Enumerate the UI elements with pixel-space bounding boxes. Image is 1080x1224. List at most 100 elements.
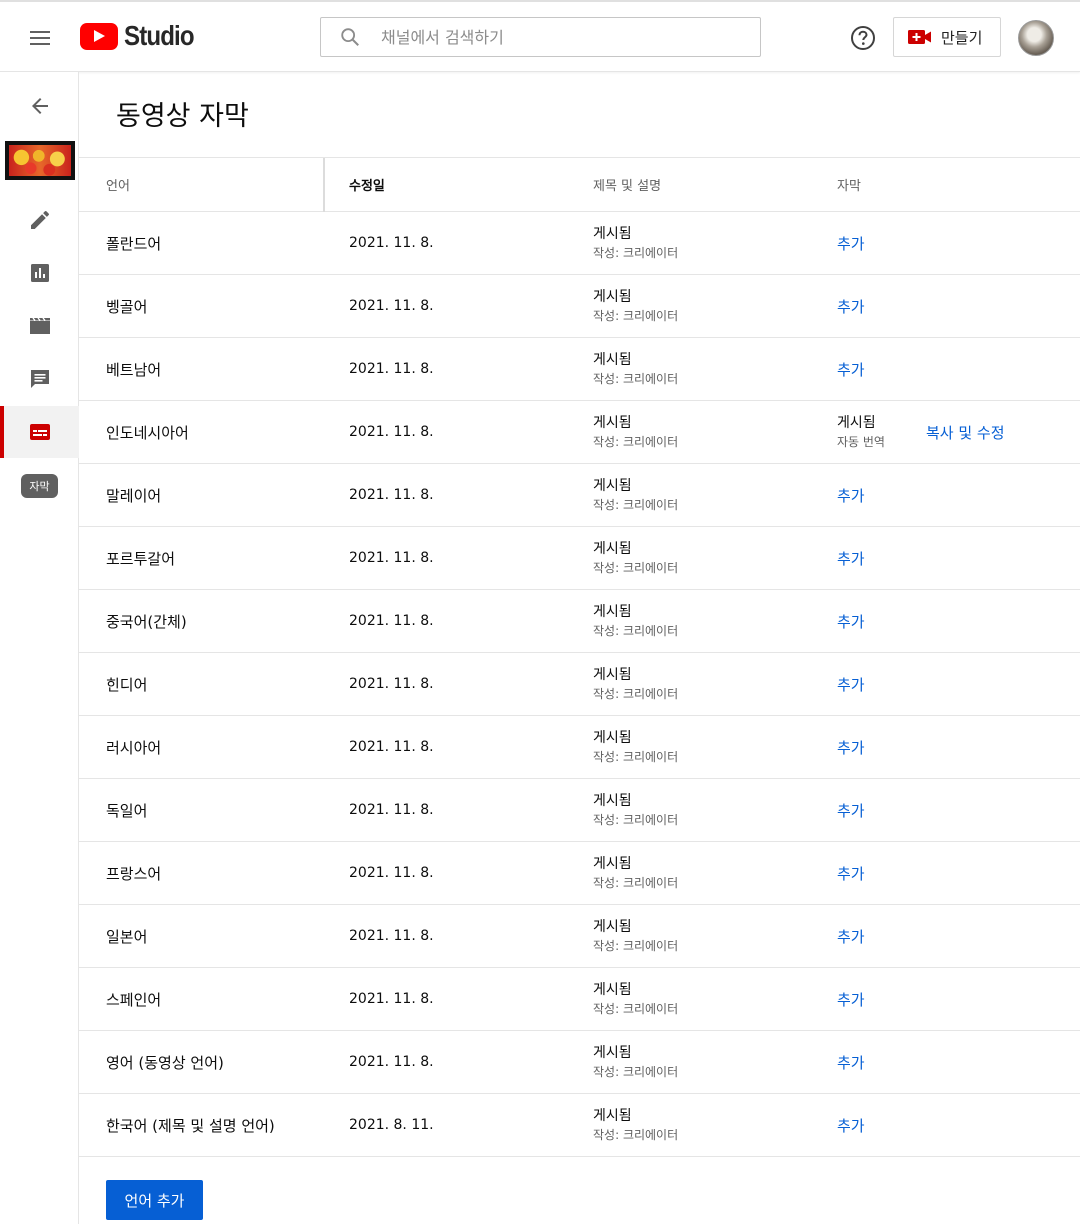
title-description-status[interactable]: 게시됨 작성: 크리에이터 bbox=[593, 716, 678, 778]
modified-date: 2021. 11. 8. bbox=[349, 424, 434, 440]
sidebar-item-analytics[interactable] bbox=[0, 247, 79, 299]
title-description-status[interactable]: 게시됨 작성: 크리에이터 bbox=[593, 905, 678, 967]
title-description-status[interactable]: 게시됨작성: 크리에이터 bbox=[593, 653, 678, 715]
title-status-text: 게시됨 bbox=[593, 603, 632, 620]
title-description-status[interactable]: 게시됨 작성: 크리에이터 bbox=[593, 275, 678, 337]
add-subtitle-link[interactable]: 추가 bbox=[837, 485, 865, 506]
title-description-status[interactable]: 게시됨 작성: 크리에이터 bbox=[593, 779, 678, 841]
header-modified-date[interactable]: 수정일 bbox=[349, 158, 385, 211]
header-language[interactable]: 언어 bbox=[106, 158, 130, 211]
table-row[interactable]: 벵골어 2021. 11. 8. 게시됨 작성: 크리에이터 추가 bbox=[79, 275, 1080, 338]
subtitle-action: 추가 bbox=[837, 653, 865, 715]
title-author-text: 작성: 크리에이터 bbox=[593, 1001, 679, 1016]
add-subtitle-link[interactable]: 추가 bbox=[837, 359, 865, 380]
add-subtitle-link[interactable]: 추가 bbox=[837, 1115, 865, 1136]
subtitles-icon bbox=[29, 424, 50, 440]
table-row[interactable]: 일본어 2021. 11. 8. 게시됨 작성: 크리에이터 추가 bbox=[79, 905, 1080, 968]
hamburger-menu-icon[interactable] bbox=[24, 22, 56, 54]
account-avatar[interactable] bbox=[1018, 20, 1054, 56]
video-thumbnail[interactable] bbox=[5, 141, 75, 180]
add-subtitle-link[interactable]: 추가 bbox=[837, 233, 865, 254]
back-button[interactable] bbox=[0, 80, 79, 132]
modified-date: 2021. 11. 8. bbox=[349, 739, 434, 755]
table-row[interactable]: 스페인어 2021. 11. 8. 게시됨 작성: 크리에이터 추가 bbox=[79, 968, 1080, 1031]
channel-search-box[interactable] bbox=[320, 17, 761, 57]
table-row[interactable]: 인도네시아어 2021. 11. 8. 게시됨 작성: 크리에이터 게시됨 자동 번역 복사… bbox=[79, 401, 1080, 464]
add-subtitle-link[interactable]: 추가 bbox=[837, 800, 865, 821]
modified-date: 2021. 11. 8. bbox=[349, 802, 434, 818]
table-row[interactable]: 러시아어 2021. 11. 8. 게시됨 작성: 크리에이터 추가 bbox=[79, 716, 1080, 779]
add-subtitle-link[interactable]: 추가 bbox=[837, 737, 865, 758]
table-row[interactable]: 폴란드어 2021. 11. 8. 게시됨 작성: 크리에이터 추가 bbox=[79, 212, 1080, 275]
modified-date: 2021. 11. 8. bbox=[349, 361, 434, 377]
title-author-text: 작성: 크리에이터 bbox=[593, 686, 679, 701]
add-subtitle-link[interactable]: 추가 bbox=[837, 863, 865, 884]
title-author-text: 작성: 크리에이터 bbox=[593, 497, 679, 512]
search-icon bbox=[341, 28, 359, 46]
title-description-status[interactable]: 게시됨작성: 크리에이터 bbox=[593, 968, 678, 1030]
subtitles-table: 언어 수정일 제목 및 설명 자막 폴란드어 2021. 11. 8. 게시됨 작성:… bbox=[79, 157, 1080, 1157]
sidebar-tooltip: 자막 bbox=[21, 474, 58, 498]
add-subtitle-link[interactable]: 추가 bbox=[837, 674, 865, 695]
table-row[interactable]: 힌디어 2021. 11. 8. 게시됨 작성: 크리에이터 추가 bbox=[79, 653, 1080, 716]
sidebar-item-comments[interactable] bbox=[0, 353, 79, 405]
title-description-status[interactable]: 게시됨 작성: 크리에이터 bbox=[593, 842, 678, 904]
language-name: 말레이어 bbox=[106, 486, 162, 505]
title-author-text: 작성: 크리에이터 bbox=[593, 560, 679, 575]
help-icon[interactable] bbox=[850, 25, 876, 51]
language-name: 러시아어 bbox=[106, 738, 162, 757]
title-status-text: 게시됨 bbox=[593, 666, 632, 683]
header-subtitles: 자막 bbox=[837, 179, 861, 194]
title-status-text: 게시됨 bbox=[593, 225, 632, 242]
table-row[interactable]: 독일어 2021. 11. 8. 게시됨 작성: 크리에이터 추가 bbox=[79, 779, 1080, 842]
sidebar-item-details[interactable] bbox=[0, 194, 79, 246]
title-description-status[interactable]: 게시됨 작성: 크리에이터 bbox=[593, 464, 678, 526]
create-button-label: 만들기 bbox=[941, 28, 983, 47]
add-subtitle-link[interactable]: 추가 bbox=[837, 989, 865, 1010]
title-description-status[interactable]: 게시됨작성: 크리에이터 bbox=[593, 590, 678, 652]
add-subtitle-link[interactable]: 추가 bbox=[837, 611, 865, 632]
title-description-status[interactable]: 게시됨 작성: 크리에이터 bbox=[593, 1031, 678, 1093]
add-language-button[interactable]: 언어 추가 bbox=[106, 1180, 203, 1220]
title-status-text: 게시됨 bbox=[593, 1107, 632, 1124]
subtitle-action: 추가 bbox=[837, 464, 865, 526]
title-author-text: 작성: 크리에이터 bbox=[593, 434, 679, 449]
title-author-text: 작성: 크리에이터 bbox=[593, 623, 679, 638]
header-title-description: 제목 및 설명 bbox=[593, 179, 662, 194]
search-input[interactable] bbox=[381, 27, 721, 47]
title-description-status[interactable]: 게시됨 작성: 크리에이터 bbox=[593, 401, 678, 463]
title-status-text: 게시됨 bbox=[593, 792, 632, 809]
add-subtitle-link[interactable]: 추가 bbox=[837, 926, 865, 947]
add-subtitle-link[interactable]: 추가 bbox=[837, 548, 865, 569]
copy-and-edit-link[interactable]: 복사 및 수정 bbox=[926, 422, 1005, 443]
table-row[interactable]: 말레이어 2021. 11. 8. 게시됨 작성: 크리에이터 추가 bbox=[79, 464, 1080, 527]
sidebar-item-subtitles[interactable] bbox=[0, 406, 79, 458]
title-description-status[interactable]: 게시됨작성: 크리에이터 bbox=[593, 527, 678, 589]
title-status-text: 게시됨 bbox=[593, 540, 632, 557]
table-row[interactable]: 중국어(간체) 2021. 11. 8. 게시됨 작성: 크리에이터 추가 bbox=[79, 590, 1080, 653]
title-description-status[interactable]: 게시됨작성: 크리에이터 bbox=[593, 1094, 678, 1156]
title-author-text: 작성: 크리에이터 bbox=[593, 1127, 679, 1142]
subtitle-action: 추가 bbox=[837, 590, 865, 652]
table-row[interactable]: 영어 (동영상 언어) 2021. 11. 8. 게시됨 작성: 크리에이터 추가 bbox=[79, 1031, 1080, 1094]
title-status-text: 게시됨 bbox=[593, 981, 632, 998]
language-name: 폴란드어 bbox=[106, 234, 162, 253]
subtitle-action: 추가 bbox=[837, 275, 865, 337]
title-description-status[interactable]: 게시됨 작성: 크리에이터 bbox=[593, 212, 678, 274]
language-name: 일본어 bbox=[106, 927, 148, 946]
table-row[interactable]: 포르투갈어 2021. 11. 8. 게시됨 작성: 크리에이터 추가 bbox=[79, 527, 1080, 590]
studio-wordmark: Studio bbox=[124, 20, 195, 51]
sidebar-item-editor[interactable] bbox=[0, 300, 79, 352]
youtube-studio-logo[interactable]: Studio bbox=[80, 20, 205, 52]
table-row[interactable]: 프랑스어 2021. 11. 8. 게시됨 작성: 크리에이터 추가 bbox=[79, 842, 1080, 905]
add-subtitle-link[interactable]: 추가 bbox=[837, 296, 865, 317]
table-row[interactable]: 베트남어 2021. 11. 8. 게시됨 작성: 크리에이터 추가 bbox=[79, 338, 1080, 401]
subtitle-source-text: 자동 번역 bbox=[837, 434, 885, 449]
title-status-text: 게시됨 bbox=[593, 729, 632, 746]
title-status-text: 게시됨 bbox=[593, 918, 632, 935]
create-button[interactable]: 만들기 bbox=[893, 17, 1001, 57]
add-subtitle-link[interactable]: 추가 bbox=[837, 1052, 865, 1073]
title-description-status[interactable]: 게시됨 작성: 크리에이터 bbox=[593, 338, 678, 400]
table-row[interactable]: 한국어 (제목 및 설명 언어) 2021. 8. 11. 게시됨 작성: 크리에이터… bbox=[79, 1094, 1080, 1157]
title-author-text: 작성: 크리에이터 bbox=[593, 371, 679, 386]
